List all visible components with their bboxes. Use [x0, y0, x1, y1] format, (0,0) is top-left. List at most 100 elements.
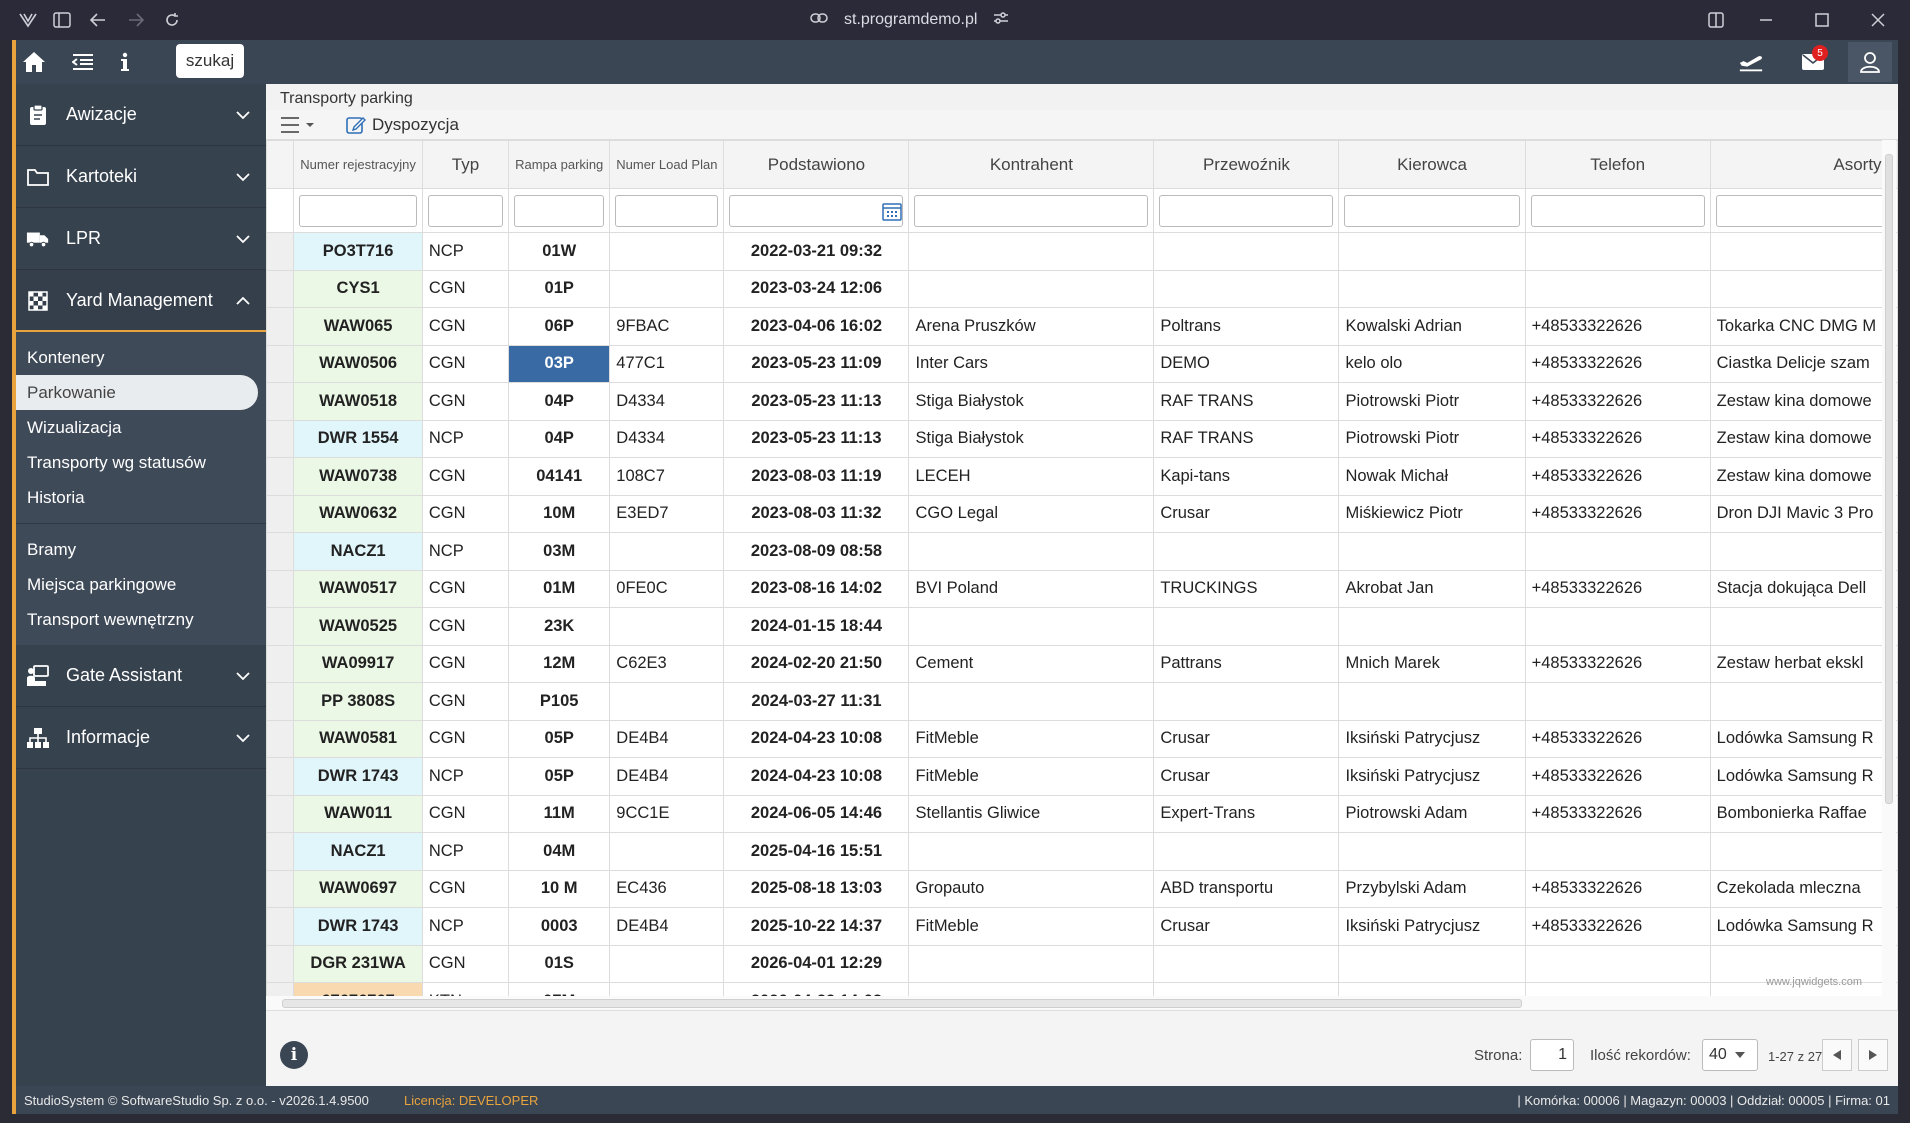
sidebar-item-kontenery[interactable]: Kontenery — [12, 340, 266, 375]
cell-numer-rejestracyjny[interactable]: NACZ1 — [293, 832, 423, 871]
prev-page-button[interactable] — [1822, 1039, 1852, 1071]
cell-numer-rejestracyjny[interactable]: NACZ1 — [293, 532, 423, 571]
cell-przewoznik[interactable] — [1153, 832, 1340, 871]
cell-przewoznik[interactable]: Expert-Trans — [1153, 794, 1340, 833]
cell-kontrahent[interactable]: Inter Cars — [908, 344, 1155, 383]
sidebar-item-transport-wewnetrzny[interactable]: Transport wewnętrzny — [12, 602, 266, 637]
info-circle-icon[interactable]: i — [280, 1041, 308, 1069]
cell-kontrahent[interactable]: Arena Pruszków — [908, 307, 1155, 346]
cell-typ[interactable]: NCP — [421, 907, 510, 946]
table-row[interactable]: CYS1 CGN 01P 2023-03-24 12:06 — [266, 269, 1898, 308]
search-button[interactable]: szukaj — [176, 44, 244, 78]
scrollbar-thumb[interactable] — [1885, 154, 1893, 804]
cell-numer-rejestracyjny[interactable]: WAW0632 — [293, 494, 423, 533]
cell-typ[interactable]: CGN — [421, 494, 510, 533]
cell-rampa[interactable]: 05P — [508, 757, 611, 796]
cell-numer-rejestracyjny[interactable]: WAW0517 — [293, 569, 423, 608]
table-row[interactable]: WA09917 CGN 12M C62E3 2024-02-20 21:50 Cement… — [266, 644, 1898, 683]
table-row[interactable]: NACZ1 NCP 03M 2023-08-09 08:58 — [266, 532, 1898, 571]
cell-przewoznik[interactable] — [1153, 607, 1340, 646]
table-row[interactable]: WAW0525 CGN 23K 2024-01-15 18:44 — [266, 607, 1898, 646]
cell-rampa[interactable]: 23K — [508, 607, 611, 646]
filter-input-typ[interactable] — [427, 194, 504, 227]
site-settings-icon[interactable] — [993, 11, 1009, 30]
cell-load-plan[interactable]: D4334 — [609, 419, 725, 458]
maximize-icon[interactable] — [1810, 8, 1834, 32]
dyspozycja-button[interactable]: Dyspozycja — [346, 114, 459, 136]
cell-kontrahent[interactable] — [908, 944, 1155, 983]
cell-telefon[interactable]: +48533322626 — [1524, 757, 1711, 796]
plane-departure-icon[interactable] — [1738, 50, 1764, 74]
address-bar[interactable]: st.programdemo.pl — [810, 8, 1009, 32]
filter-input-podstawiono[interactable] — [729, 194, 904, 227]
cell-rampa[interactable]: 01M — [508, 569, 611, 608]
cell-asortyment[interactable] — [1709, 832, 1898, 871]
cell-asortyment[interactable]: Czekolada mleczna — [1709, 869, 1898, 908]
cell-kontrahent[interactable] — [908, 232, 1155, 271]
cell-przewoznik[interactable] — [1153, 532, 1340, 571]
cell-telefon[interactable] — [1524, 232, 1711, 271]
cell-telefon[interactable]: +48533322626 — [1524, 494, 1711, 533]
cell-telefon[interactable] — [1524, 682, 1711, 721]
table-row[interactable]: WAW0518 CGN 04P D4334 2023-05-23 11:13 Stiga … — [266, 382, 1898, 421]
cell-kontrahent[interactable]: Gropauto — [908, 869, 1155, 908]
cell-podstawiono[interactable]: 2025-04-16 15:51 — [723, 832, 910, 871]
cell-load-plan[interactable]: DE4B4 — [609, 757, 725, 796]
horizontal-scrollbar[interactable] — [266, 996, 1884, 1010]
column-header-telefon[interactable]: Telefon — [1524, 140, 1711, 189]
records-select[interactable]: 40 — [1702, 1039, 1758, 1071]
filter-input-numer-rejestracyjny[interactable] — [299, 194, 417, 227]
grid-menu-icon[interactable] — [280, 116, 316, 134]
filter-input-rampa[interactable] — [514, 194, 605, 227]
cell-telefon[interactable]: +48533322626 — [1524, 344, 1711, 383]
cell-przewoznik[interactable]: Crusar — [1153, 907, 1340, 946]
cell-asortyment[interactable]: Bombonierka Raffae — [1709, 794, 1898, 833]
cell-typ[interactable]: NCP — [421, 419, 510, 458]
cell-typ[interactable]: CGN — [421, 794, 510, 833]
filter-input-load-plan[interactable] — [615, 194, 719, 227]
cell-load-plan[interactable]: 9CC1E — [609, 794, 725, 833]
cell-podstawiono[interactable]: 2023-03-24 12:06 — [723, 269, 910, 308]
column-header-rampa-parking[interactable]: Rampa parking — [508, 140, 611, 189]
cell-typ[interactable]: CGN — [421, 607, 510, 646]
cell-kontrahent[interactable]: FitMeble — [908, 719, 1155, 758]
cell-numer-rejestracyjny[interactable]: PP 3808S — [293, 682, 423, 721]
cell-telefon[interactable] — [1524, 607, 1711, 646]
cell-typ[interactable]: CGN — [421, 269, 510, 308]
cell-przewoznik[interactable]: DEMO — [1153, 344, 1340, 383]
cell-podstawiono[interactable]: 2023-08-16 14:02 — [723, 569, 910, 608]
cell-numer-rejestracyjny[interactable]: WAW0738 — [293, 457, 423, 496]
table-row[interactable]: WAW0632 CGN 10M E3ED7 2023-08-03 11:32 CGO Le… — [266, 494, 1898, 533]
table-row[interactable]: DGR 231WA CGN 01S 2026-04-01 12:29 — [266, 944, 1898, 983]
cell-typ[interactable]: CGN — [421, 344, 510, 383]
nav-group-lpr[interactable]: LPR — [12, 208, 266, 270]
cell-telefon[interactable] — [1524, 944, 1711, 983]
cell-load-plan[interactable] — [609, 944, 725, 983]
cell-asortyment[interactable]: Zestaw herbat ekskl — [1709, 644, 1898, 683]
cell-przewoznik[interactable]: RAF TRANS — [1153, 382, 1340, 421]
sidebar-item-parkowanie[interactable]: Parkowanie — [12, 375, 258, 410]
cell-load-plan[interactable]: E3ED7 — [609, 494, 725, 533]
reload-icon[interactable] — [160, 8, 184, 32]
cell-przewoznik[interactable] — [1153, 232, 1340, 271]
cell-podstawiono[interactable]: 2024-04-23 10:08 — [723, 719, 910, 758]
column-header-podstawiono[interactable]: Podstawiono — [723, 140, 910, 189]
chevron-down-icon[interactable] — [234, 667, 252, 685]
cell-kierowca[interactable]: Mnich Marek — [1338, 644, 1526, 683]
cell-kierowca[interactable]: Iksiński Patrycjusz — [1338, 719, 1526, 758]
cell-przewoznik[interactable] — [1153, 269, 1340, 308]
cell-load-plan[interactable]: DE4B4 — [609, 719, 725, 758]
chevron-down-icon[interactable] — [234, 168, 252, 186]
cell-kierowca[interactable]: Piotrowski Piotr — [1338, 382, 1526, 421]
cell-asortyment[interactable] — [1709, 269, 1898, 308]
table-row[interactable]: DWR 1743 NCP 0003 DE4B4 2025-10-22 14:37 FitM… — [266, 907, 1898, 946]
cell-telefon[interactable] — [1524, 532, 1711, 571]
cell-telefon[interactable]: +48533322626 — [1524, 457, 1711, 496]
cell-kierowca[interactable] — [1338, 944, 1526, 983]
sidebar-item-transporty-wg-statusow[interactable]: Transporty wg statusów — [12, 445, 266, 480]
cell-typ[interactable]: CGN — [421, 944, 510, 983]
cell-load-plan[interactable]: DE4B4 — [609, 907, 725, 946]
cell-rampa[interactable]: 10 M — [508, 869, 611, 908]
page-input[interactable]: 1 — [1530, 1039, 1574, 1071]
cell-przewoznik[interactable]: Crusar — [1153, 719, 1340, 758]
